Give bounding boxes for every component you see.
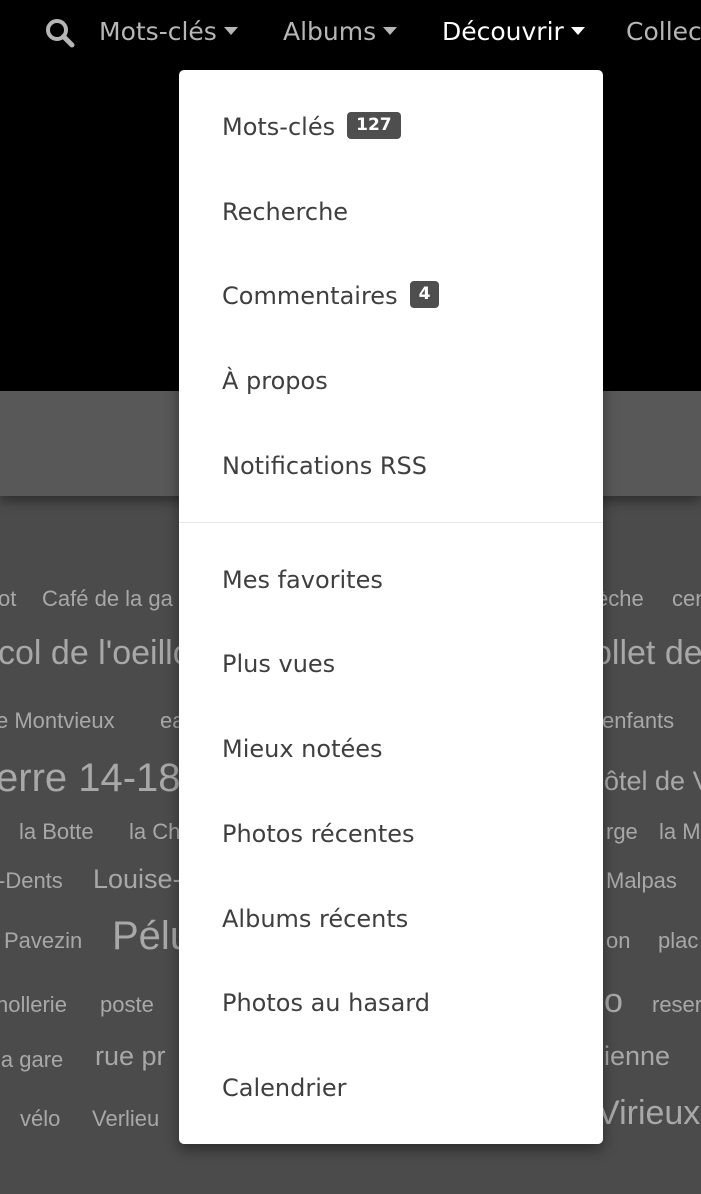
menu-item-recent-photos[interactable]: Photos récentes — [222, 814, 415, 854]
tag-link[interactable]: e Montvieux — [0, 708, 115, 734]
chevron-down-icon — [570, 27, 585, 35]
menu-item-calendar[interactable]: Calendrier — [222, 1068, 347, 1108]
menu-item-rss[interactable]: Notifications RSS — [222, 446, 427, 486]
tag-link[interactable]: vélo — [20, 1106, 60, 1132]
tag-link[interactable]: ôtel de V — [604, 766, 701, 797]
menu-item-about[interactable]: À propos — [222, 361, 328, 401]
tag-link[interactable]: cen — [672, 586, 701, 612]
tag-link[interactable]: poste — [100, 992, 154, 1018]
nav-tags-menu[interactable]: Mots-clés — [99, 14, 238, 50]
menu-item-tags[interactable]: Mots-clés 127 — [222, 107, 401, 147]
menu-item-label: Mes favorites — [222, 566, 383, 594]
tag-link[interactable]: plac — [658, 928, 698, 954]
menu-item-label: Mots-clés — [222, 113, 336, 141]
tag-link[interactable]: reser — [652, 992, 701, 1018]
tag-link[interactable]: la gare — [0, 1047, 63, 1073]
tag-link[interactable]: Pavezin — [4, 928, 82, 954]
tag-link[interactable]: Louise- — [93, 864, 182, 895]
nav-discover-label: Découvrir — [442, 17, 564, 46]
tag-link[interactable]: la M — [659, 819, 701, 845]
tag-link[interactable]: la Ch — [129, 819, 180, 845]
menu-item-label: Recherche — [222, 198, 349, 226]
tag-link[interactable]: ot — [0, 586, 16, 612]
menu-item-random-photos[interactable]: Photos au hasard — [222, 983, 430, 1023]
count-badge: 4 — [409, 280, 440, 308]
menu-item-label: Photos au hasard — [222, 989, 430, 1017]
tag-link[interactable]: rue pr — [95, 1041, 166, 1072]
nav-albums-menu[interactable]: Albums — [283, 14, 398, 50]
menu-item-search[interactable]: Recherche — [222, 192, 348, 232]
nav-discover-menu[interactable]: Découvrir — [442, 14, 585, 50]
tag-link[interactable]: -Dents — [0, 868, 63, 894]
menu-item-label: À propos — [222, 367, 328, 395]
tag-link[interactable]: èche — [596, 586, 644, 612]
nav-collections-menu[interactable]: Collect — [626, 14, 701, 50]
tag-link[interactable]: Café de la ga — [42, 586, 173, 612]
chevron-down-icon — [223, 27, 238, 35]
tag-link[interactable]: Verlieu — [92, 1106, 159, 1132]
tag-link[interactable]: la Botte — [19, 819, 94, 845]
tag-link[interactable]: erre 14-18 — [0, 756, 181, 801]
menu-item-recent-albums[interactable]: Albums récents — [222, 899, 408, 939]
menu-item-label: Plus vues — [222, 650, 336, 678]
tag-link[interactable]: Virieux — [597, 1094, 700, 1133]
menu-item-label: Calendrier — [222, 1074, 347, 1102]
menu-item-label: Photos récentes — [222, 820, 415, 848]
count-badge: 127 — [347, 111, 401, 139]
nav-albums-label: Albums — [283, 17, 377, 46]
tag-link[interactable]: col de l'oeillo — [0, 634, 192, 673]
top-navbar: Mots-clés Albums Découvrir Collect — [0, 0, 701, 64]
chevron-down-icon — [383, 27, 398, 35]
discover-dropdown-menu: Mots-clés 127 Recherche Commentaires 4 À p… — [179, 70, 603, 1144]
tag-link[interactable]: hollerie — [0, 992, 67, 1018]
menu-item-best-rated[interactable]: Mieux notées — [222, 729, 383, 769]
tag-link[interactable]: Malpas — [606, 868, 677, 894]
nav-collections-label: Collect — [626, 17, 701, 46]
tag-link[interactable]: enfants — [602, 708, 674, 734]
tag-link[interactable]: rge — [606, 819, 638, 845]
menu-item-label: Mieux notées — [222, 735, 383, 763]
nav-tags-label: Mots-clés — [99, 17, 217, 46]
menu-item-most-viewed[interactable]: Plus vues — [222, 644, 335, 684]
tag-link[interactable]: ienne — [604, 1041, 670, 1072]
search-icon[interactable] — [45, 18, 75, 48]
menu-item-label: Commentaires — [222, 282, 398, 310]
menu-item-label: Notifications RSS — [222, 452, 427, 480]
tag-link[interactable]: ollet de — [593, 634, 701, 673]
menu-item-label: Albums récents — [222, 905, 409, 933]
menu-item-comments[interactable]: Commentaires 4 — [222, 276, 440, 316]
tag-link[interactable]: o — [604, 982, 623, 1021]
menu-item-favorites[interactable]: Mes favorites — [222, 560, 383, 600]
menu-divider — [179, 522, 603, 523]
tag-link[interactable]: on — [606, 928, 630, 954]
